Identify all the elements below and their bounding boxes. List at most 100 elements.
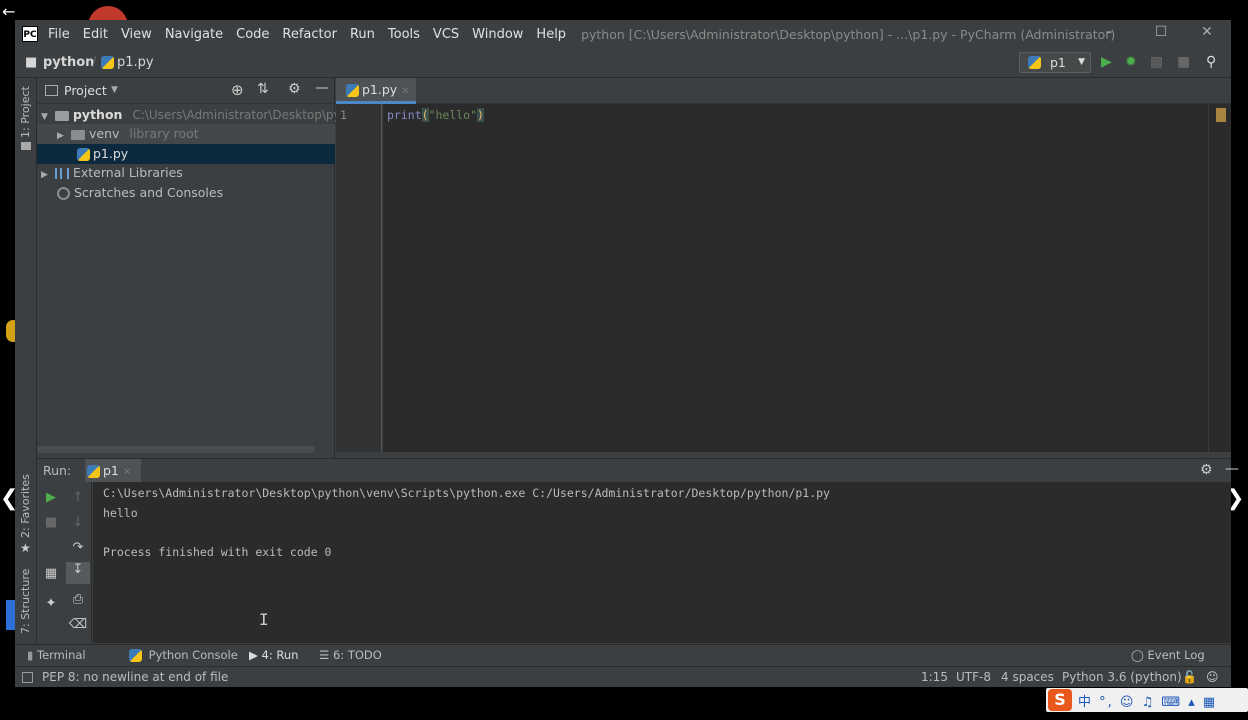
- input-method-toolbar[interactable]: S 中 °, ☺ ♫ ⌨ ▴ ▦: [1046, 688, 1248, 712]
- library-icon: [54, 168, 69, 179]
- caret-position[interactable]: 1:15: [921, 670, 948, 684]
- tree-item-file[interactable]: p1.py: [37, 144, 335, 164]
- python-config-icon: [1028, 56, 1041, 69]
- menu-tools[interactable]: Tools: [388, 27, 420, 42]
- rerun-icon[interactable]: ▶: [41, 490, 61, 505]
- ime-status[interactable]: 中 °, ☺ ♫ ⌨ ▴ ▦: [1078, 691, 1217, 710]
- chevron-down-icon: ▼: [1078, 57, 1085, 67]
- collapse-arrow-icon[interactable]: ▶: [57, 126, 67, 146]
- navigation-bar: ■ python / p1.py p1 ▼ ▶ ✹ ▩ ■ ⚲: [15, 48, 1231, 78]
- run-panel-header: Run: p1 ✕ ⚙ —: [37, 458, 1239, 483]
- desktop-back-arrow-icon[interactable]: ←: [2, 2, 15, 21]
- stop-icon[interactable]: ■: [41, 515, 61, 530]
- project-tool-window: Project ▼ ⊕ ⇅ ⚙ — ▼ python C:\Users\Admi…: [37, 78, 353, 458]
- menu-code[interactable]: Code: [236, 27, 269, 42]
- tool-window-favorites[interactable]: 2: Favorites: [19, 474, 32, 538]
- gear-icon[interactable]: ⚙: [288, 81, 301, 97]
- print-icon[interactable]: ⎙: [68, 592, 88, 607]
- indent-setting[interactable]: 4 spaces: [1001, 670, 1054, 684]
- terminal-icon: ▮: [27, 648, 34, 662]
- breadcrumb-file[interactable]: p1.py: [101, 55, 154, 70]
- tool-window-structure[interactable]: 7: Structure: [19, 569, 32, 634]
- inspection-marker[interactable]: [1216, 108, 1226, 122]
- run-console[interactable]: C:\Users\Administrator\Desktop\python\ve…: [93, 482, 1231, 643]
- file-encoding[interactable]: UTF-8: [956, 670, 991, 684]
- scroll-to-end-icon[interactable]: ↧: [66, 562, 90, 584]
- run-tool-tab[interactable]: ▶ 4: Run: [249, 648, 298, 662]
- run-icon[interactable]: ▶: [1101, 54, 1112, 70]
- tree-file-label: p1.py: [93, 146, 129, 161]
- python-console-tab[interactable]: Python Console: [129, 648, 238, 662]
- horizontal-scrollbar[interactable]: [37, 446, 315, 453]
- project-view-select[interactable]: Project: [64, 83, 107, 98]
- menu-help[interactable]: Help: [536, 27, 566, 42]
- layout-icon[interactable]: ▦: [41, 566, 61, 581]
- maximize-icon[interactable]: ☐: [1151, 24, 1171, 40]
- locate-target-icon[interactable]: ⊕: [231, 81, 244, 99]
- console-line: Process finished with exit code 0: [103, 545, 332, 559]
- tree-item-venv[interactable]: ▶ venv library root: [37, 124, 335, 144]
- run-configuration-select[interactable]: p1 ▼: [1019, 52, 1091, 73]
- status-bar: PEP 8: no newline at end of file 1:15 UT…: [15, 666, 1231, 687]
- code-editor[interactable]: print("hello"): [383, 104, 1208, 452]
- run-tab[interactable]: p1 ✕: [85, 459, 141, 483]
- pin-icon[interactable]: ✦: [41, 596, 61, 611]
- debug-icon[interactable]: ✹: [1125, 54, 1137, 70]
- toggle-tool-windows-icon[interactable]: [22, 672, 33, 683]
- down-arrow-icon[interactable]: ↓: [68, 515, 88, 530]
- collapse-arrow-icon[interactable]: ▶: [41, 165, 51, 185]
- minimize-icon[interactable]: –: [1099, 24, 1119, 40]
- soft-wrap-icon[interactable]: ↷: [68, 540, 88, 555]
- menu-view[interactable]: View: [121, 27, 152, 42]
- star-icon: ★: [20, 541, 31, 555]
- menu-vcs[interactable]: VCS: [433, 27, 459, 42]
- tree-item-external-libraries[interactable]: ▶ External Libraries: [37, 163, 335, 183]
- up-arrow-icon[interactable]: ↑: [68, 490, 88, 505]
- code-line[interactable]: print("hello"): [387, 108, 484, 122]
- tree-scratches-label: Scratches and Consoles: [74, 185, 224, 200]
- menu-file[interactable]: File: [48, 27, 70, 42]
- todo-tab[interactable]: ☰ 6: TODO: [319, 648, 382, 662]
- run-panel-title: Run:: [43, 463, 72, 478]
- hide-panel-icon[interactable]: —: [1225, 461, 1239, 477]
- menu-navigate[interactable]: Navigate: [165, 27, 223, 42]
- gear-icon[interactable]: ⚙: [1200, 462, 1213, 478]
- menu-window[interactable]: Window: [472, 27, 523, 42]
- inspector-icon[interactable]: ☺: [1206, 670, 1219, 684]
- close-tab-icon[interactable]: ✕: [123, 467, 131, 478]
- hide-panel-icon[interactable]: —: [315, 80, 329, 96]
- stop-icon[interactable]: ■: [1177, 54, 1190, 70]
- tree-venv-label: venv: [88, 126, 120, 141]
- code-string: "hello": [428, 108, 478, 122]
- project-view-icon: [45, 85, 58, 96]
- text-cursor-icon: I: [259, 610, 269, 629]
- breadcrumb-project[interactable]: python: [43, 55, 94, 70]
- trash-icon[interactable]: ⌫: [68, 617, 88, 632]
- window-title: python [C:\Users\Administrator\Desktop\p…: [581, 26, 1116, 42]
- event-log-tab[interactable]: ◯ Event Log: [1131, 648, 1205, 662]
- coverage-icon[interactable]: ▩: [1150, 54, 1163, 70]
- close-tab-icon[interactable]: ✕: [401, 86, 409, 97]
- close-icon[interactable]: ✕: [1197, 24, 1217, 40]
- collapse-all-icon[interactable]: ⇅: [257, 81, 269, 97]
- event-log-icon: ◯: [1131, 648, 1144, 662]
- chevron-down-icon[interactable]: ▼: [111, 85, 118, 95]
- breadcrumb-separator: /: [92, 55, 97, 70]
- editor-tab-file[interactable]: p1.py ✕: [336, 78, 416, 104]
- tree-venv-hint: library root: [129, 126, 199, 141]
- menu-run[interactable]: Run: [350, 27, 375, 42]
- menu-edit[interactable]: Edit: [83, 27, 108, 42]
- code-paren-close: ): [477, 108, 484, 122]
- editor-tab-label: p1.py: [362, 82, 398, 97]
- tree-item-project-root[interactable]: ▼ python C:\Users\Administrator\Desktop\…: [37, 105, 353, 125]
- code-paren-open: (: [421, 108, 429, 122]
- python-interpreter[interactable]: Python 3.6 (python): [1062, 670, 1182, 684]
- tree-item-scratches[interactable]: Scratches and Consoles: [37, 183, 335, 203]
- python-file-icon: [77, 148, 90, 161]
- terminal-tab[interactable]: ▮ Terminal: [27, 648, 86, 662]
- tool-window-project[interactable]: 1: Project: [19, 86, 32, 138]
- menu-refactor[interactable]: Refactor: [282, 27, 337, 42]
- sogou-logo-icon[interactable]: S: [1048, 689, 1072, 711]
- lock-icon[interactable]: 🔓: [1182, 670, 1197, 684]
- search-everywhere-icon[interactable]: ⚲: [1206, 54, 1216, 70]
